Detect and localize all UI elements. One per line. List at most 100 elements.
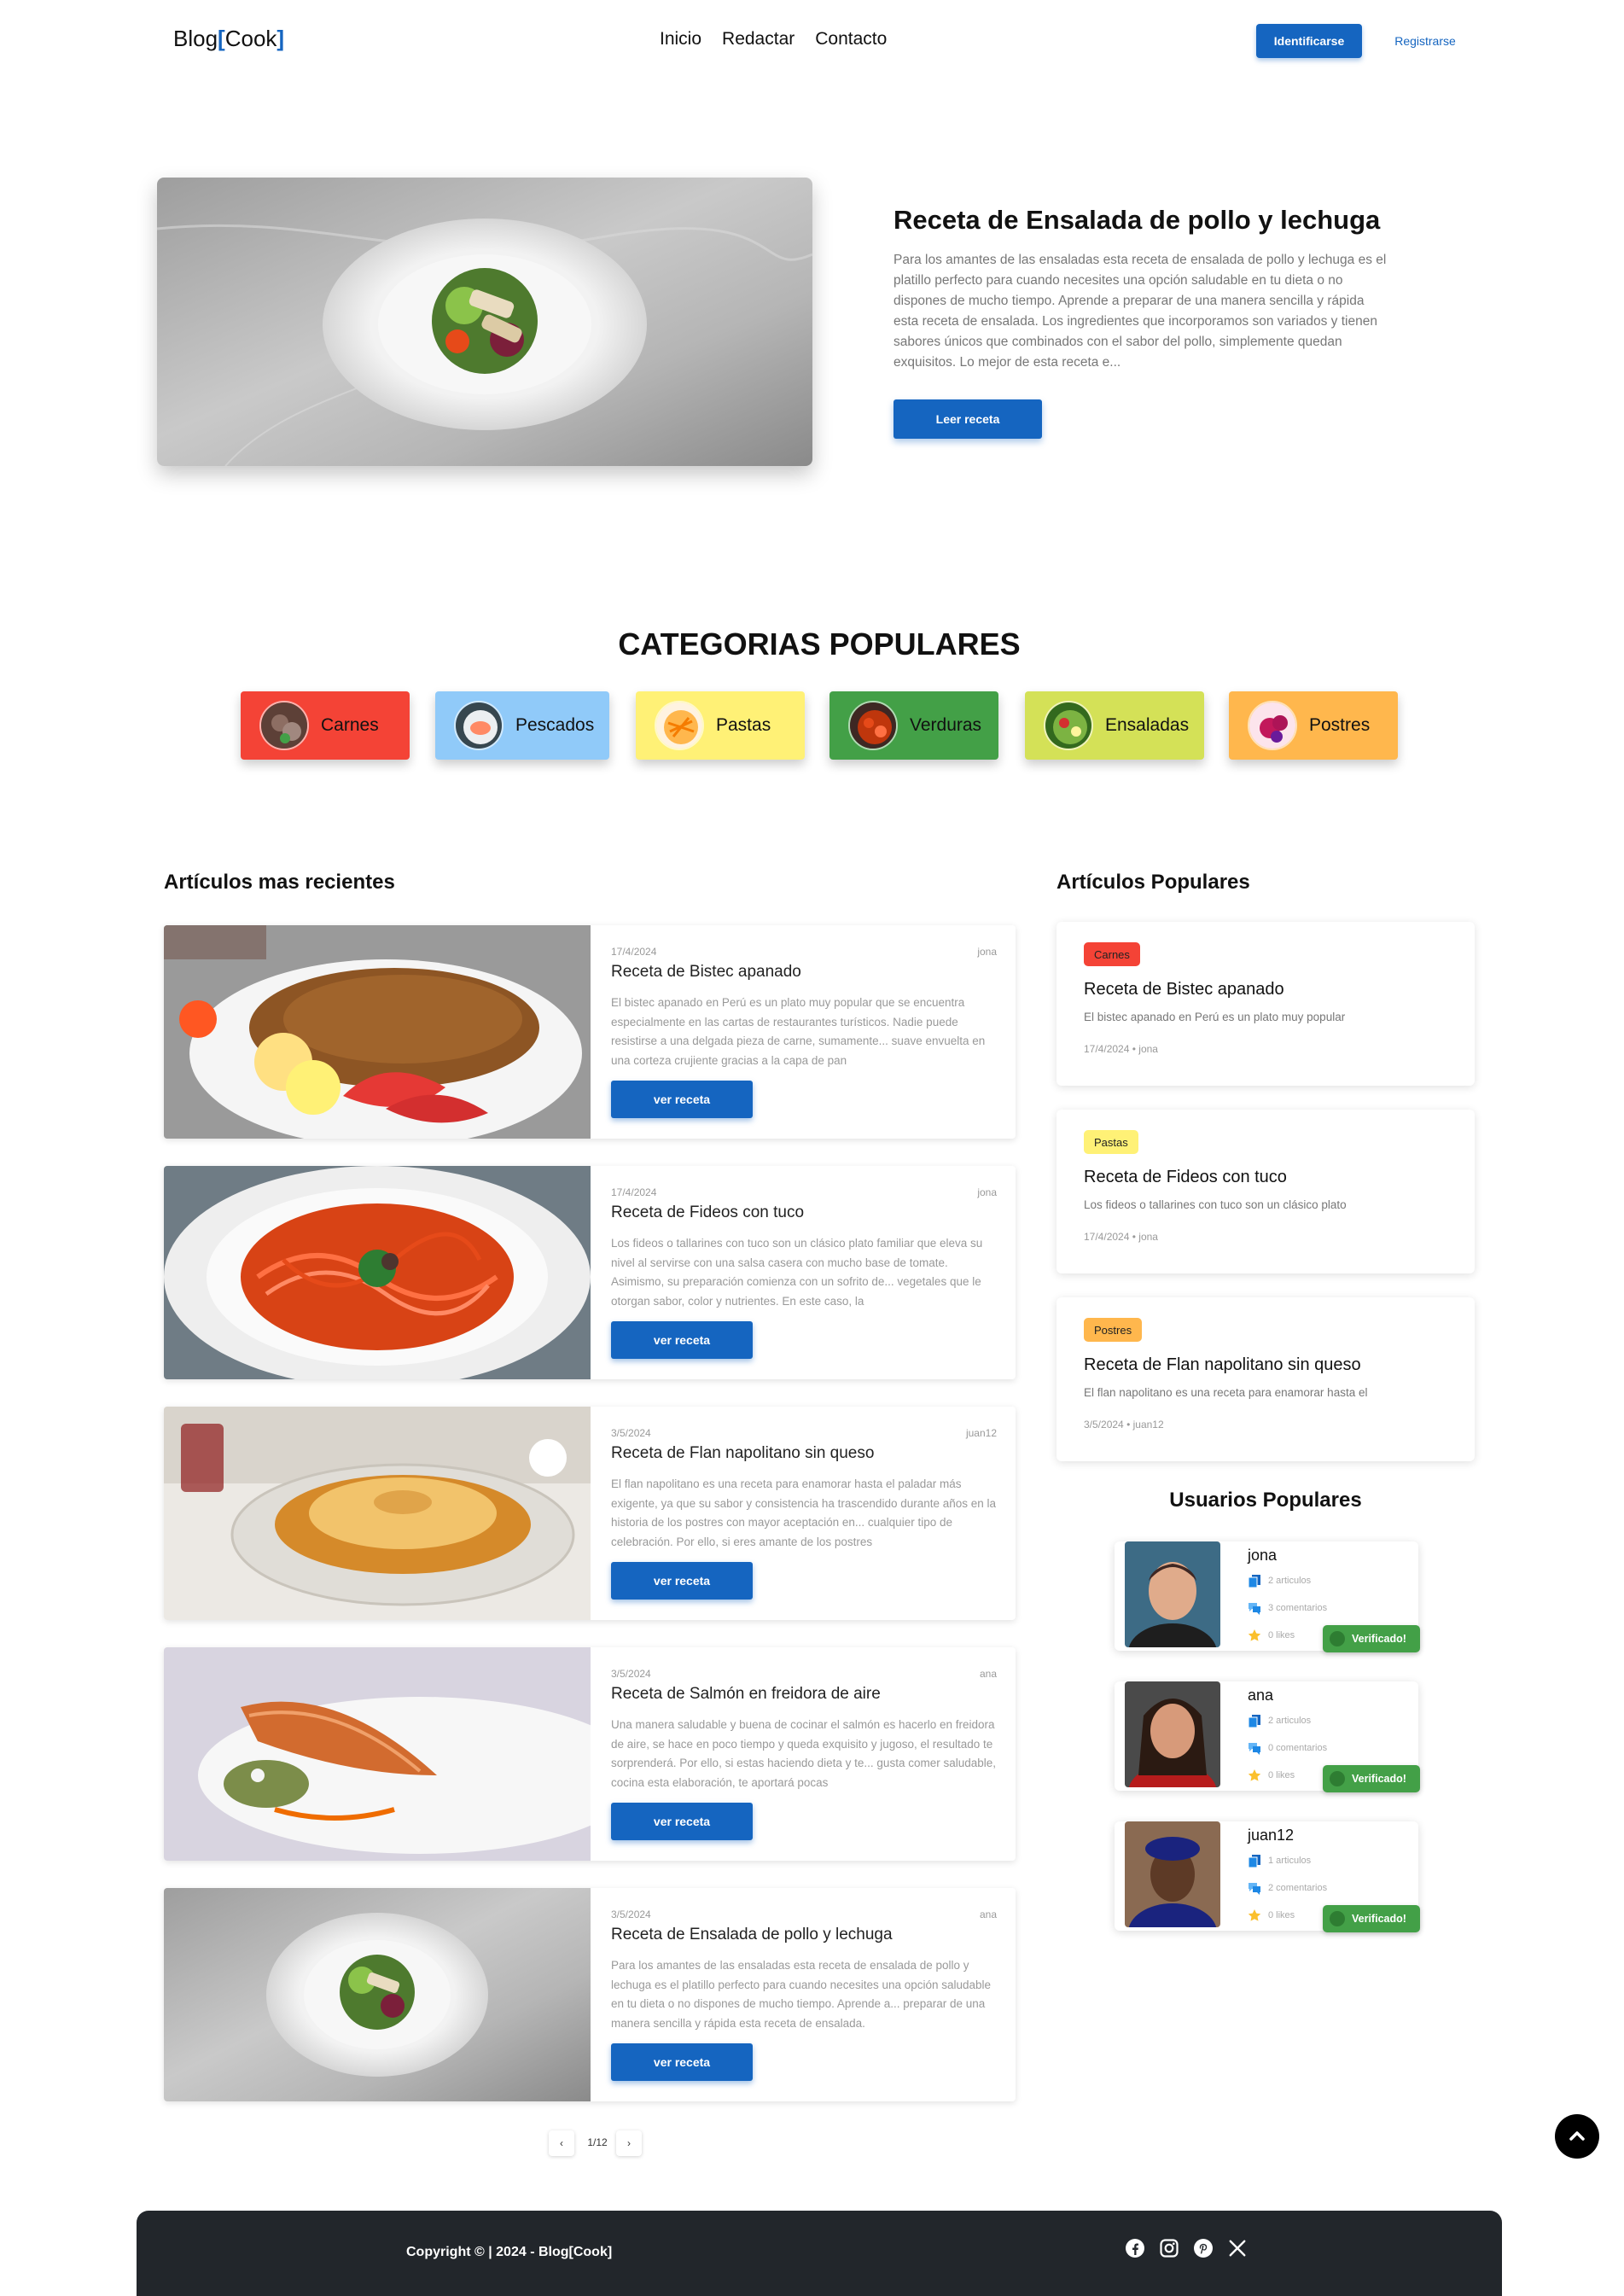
category-carnes[interactable]: Carnes: [241, 691, 410, 760]
article-date: 17/4/2024: [611, 946, 657, 958]
popular-article-title: Receta de Bistec apanado: [1084, 980, 1284, 999]
popular-article-card[interactable]: Postres Receta de Flan napolitano sin qu…: [1056, 1297, 1475, 1461]
x-icon[interactable]: [1227, 2238, 1248, 2258]
login-button[interactable]: Identificarse: [1256, 24, 1362, 58]
footer: Copyright © | 2024 - Blog[Cook]: [137, 2211, 1502, 2296]
popular-article-meta: 17/4/2024 • jona: [1084, 1231, 1158, 1243]
categories-title: CATEGORIAS POPULARES: [618, 626, 1021, 661]
category-label: Pastas: [716, 715, 771, 735]
article-card: 17/4/2024 jona Receta de Bistec apanado …: [164, 925, 1016, 1139]
comments-icon: [1249, 1603, 1260, 1615]
category-thumb: [1044, 701, 1093, 750]
popular-article-title: Receta de Fideos con tuco: [1084, 1168, 1287, 1186]
social-links: [1125, 2238, 1248, 2258]
verified-icon: [1330, 1771, 1345, 1786]
user-comments: 2 comentarios: [1248, 1881, 1327, 1895]
user-articles: 2 articulos: [1248, 1714, 1311, 1728]
hero-title: Receta de Ensalada de pollo y lechuga: [893, 205, 1381, 235]
popular-article-card[interactable]: Pastas Receta de Fideos con tuco Los fid…: [1056, 1110, 1475, 1273]
category-verduras[interactable]: Verduras: [829, 691, 998, 760]
article-excerpt: Una manera saludable y buena de cocinar …: [611, 1718, 997, 1789]
article-image: [164, 925, 591, 1139]
popular-article-card[interactable]: Carnes Receta de Bistec apanado El biste…: [1056, 922, 1475, 1086]
meta-separator: •: [1126, 1419, 1131, 1431]
articles-icon: [1248, 1575, 1260, 1588]
category-label: Verduras: [910, 715, 982, 735]
article-date: 3/5/2024: [611, 1668, 651, 1680]
article-date: 3/5/2024: [611, 1427, 651, 1439]
avatar: [1125, 1681, 1220, 1787]
hero-image: [157, 178, 812, 466]
category-postres[interactable]: Postres: [1229, 691, 1398, 760]
category-label: Carnes: [321, 715, 379, 735]
user-name: jona: [1248, 1547, 1278, 1564]
category-badge: Carnes: [1084, 942, 1140, 966]
category-thumb: [454, 701, 503, 750]
article-card: 3/5/2024 juan12 Receta de Flan napolitan…: [164, 1407, 1016, 1620]
category-ensaladas[interactable]: Ensaladas: [1025, 691, 1204, 760]
view-recipe-button[interactable]: ver receta: [611, 1562, 753, 1600]
view-recipe-button[interactable]: ver receta: [611, 1081, 753, 1118]
category-badge: Pastas: [1084, 1130, 1138, 1154]
register-button[interactable]: Registrarse: [1376, 24, 1475, 58]
instagram-icon[interactable]: [1159, 2238, 1179, 2258]
read-recipe-button[interactable]: Leer receta: [893, 399, 1042, 439]
scroll-top-button[interactable]: [1555, 2114, 1599, 2159]
popular-article-author: jona: [1138, 1231, 1158, 1243]
pagination-prev-button[interactable]: ‹: [549, 2130, 574, 2156]
article-author: jona: [977, 1186, 997, 1198]
user-articles: 2 articulos: [1248, 1574, 1311, 1588]
popular-article-date: 17/4/2024: [1084, 1043, 1130, 1055]
article-card: 17/4/2024 jona Receta de Fideos con tuco…: [164, 1166, 1016, 1379]
article-card: 3/5/2024 ana Receta de Salmón en freidor…: [164, 1647, 1016, 1861]
category-thumb: [1248, 701, 1297, 750]
article-title: Receta de Ensalada de pollo y lechuga: [611, 1926, 893, 1943]
pinterest-icon[interactable]: [1193, 2238, 1214, 2258]
article-card: 3/5/2024 ana Receta de Ensalada de pollo…: [164, 1888, 1016, 2101]
hero-text: Para los amantes de las ensaladas esta r…: [893, 253, 1387, 370]
nav-link-inicio[interactable]: Inicio: [660, 29, 701, 50]
brand-bracket-close: ]: [276, 26, 285, 51]
article-image: [164, 1888, 591, 2101]
article-date: 3/5/2024: [611, 1908, 651, 1920]
popular-article-excerpt: El flan napolitano es una receta para en…: [1084, 1386, 1368, 1399]
nav-link-redactar[interactable]: Redactar: [722, 29, 795, 50]
facebook-icon[interactable]: [1125, 2238, 1145, 2258]
recent-articles-title: Artículos mas recientes: [164, 871, 395, 894]
article-title: Receta de Fideos con tuco: [611, 1203, 805, 1221]
verified-icon: [1330, 1631, 1345, 1646]
article-title: Receta de Flan napolitano sin queso: [611, 1444, 875, 1462]
category-pastas[interactable]: Pastas: [636, 691, 805, 760]
category-label: Pescados: [515, 715, 595, 735]
user-card[interactable]: juan12 1 articulos 2 comentarios 0 likes…: [1115, 1821, 1420, 1932]
brand-logo[interactable]: Blog[Cook]: [173, 26, 284, 52]
article-author: jona: [977, 946, 997, 958]
category-thumb: [259, 701, 309, 750]
verified-badge: Verificado!: [1323, 1625, 1420, 1652]
user-likes: 0 likes: [1248, 1908, 1295, 1922]
star-icon: [1248, 1909, 1261, 1921]
pagination-next-button[interactable]: ›: [616, 2130, 642, 2156]
category-label: Ensaladas: [1105, 715, 1190, 735]
popular-article-author: juan12: [1132, 1419, 1164, 1431]
articles-icon: [1248, 1855, 1260, 1868]
category-pescados[interactable]: Pescados: [435, 691, 609, 760]
user-card[interactable]: ana 2 articulos 0 comentarios 0 likes Ve…: [1115, 1681, 1420, 1792]
user-card[interactable]: jona 2 articulos 3 comentarios 0 likes V…: [1115, 1541, 1420, 1652]
verified-icon: [1330, 1911, 1345, 1926]
nav-link-contacto[interactable]: Contacto: [815, 29, 887, 50]
brand-accent: Cook: [224, 26, 277, 51]
star-icon: [1248, 1629, 1261, 1641]
user-comments: 3 comentarios: [1248, 1601, 1327, 1615]
view-recipe-button[interactable]: ver receta: [611, 1803, 753, 1840]
view-recipe-button[interactable]: ver receta: [611, 1321, 753, 1359]
category-label: Postres: [1309, 715, 1371, 735]
user-articles: 1 articulos: [1248, 1854, 1311, 1868]
article-title: Receta de Salmón en freidora de aire: [611, 1685, 881, 1703]
article-title: Receta de Bistec apanado: [611, 963, 801, 981]
category-badge: Postres: [1084, 1318, 1143, 1342]
article-excerpt: El bistec apanado en Perú es un plato mu…: [611, 996, 986, 1067]
article-date: 17/4/2024: [611, 1186, 657, 1198]
view-recipe-button[interactable]: ver receta: [611, 2043, 753, 2081]
popular-article-author: jona: [1138, 1043, 1158, 1055]
